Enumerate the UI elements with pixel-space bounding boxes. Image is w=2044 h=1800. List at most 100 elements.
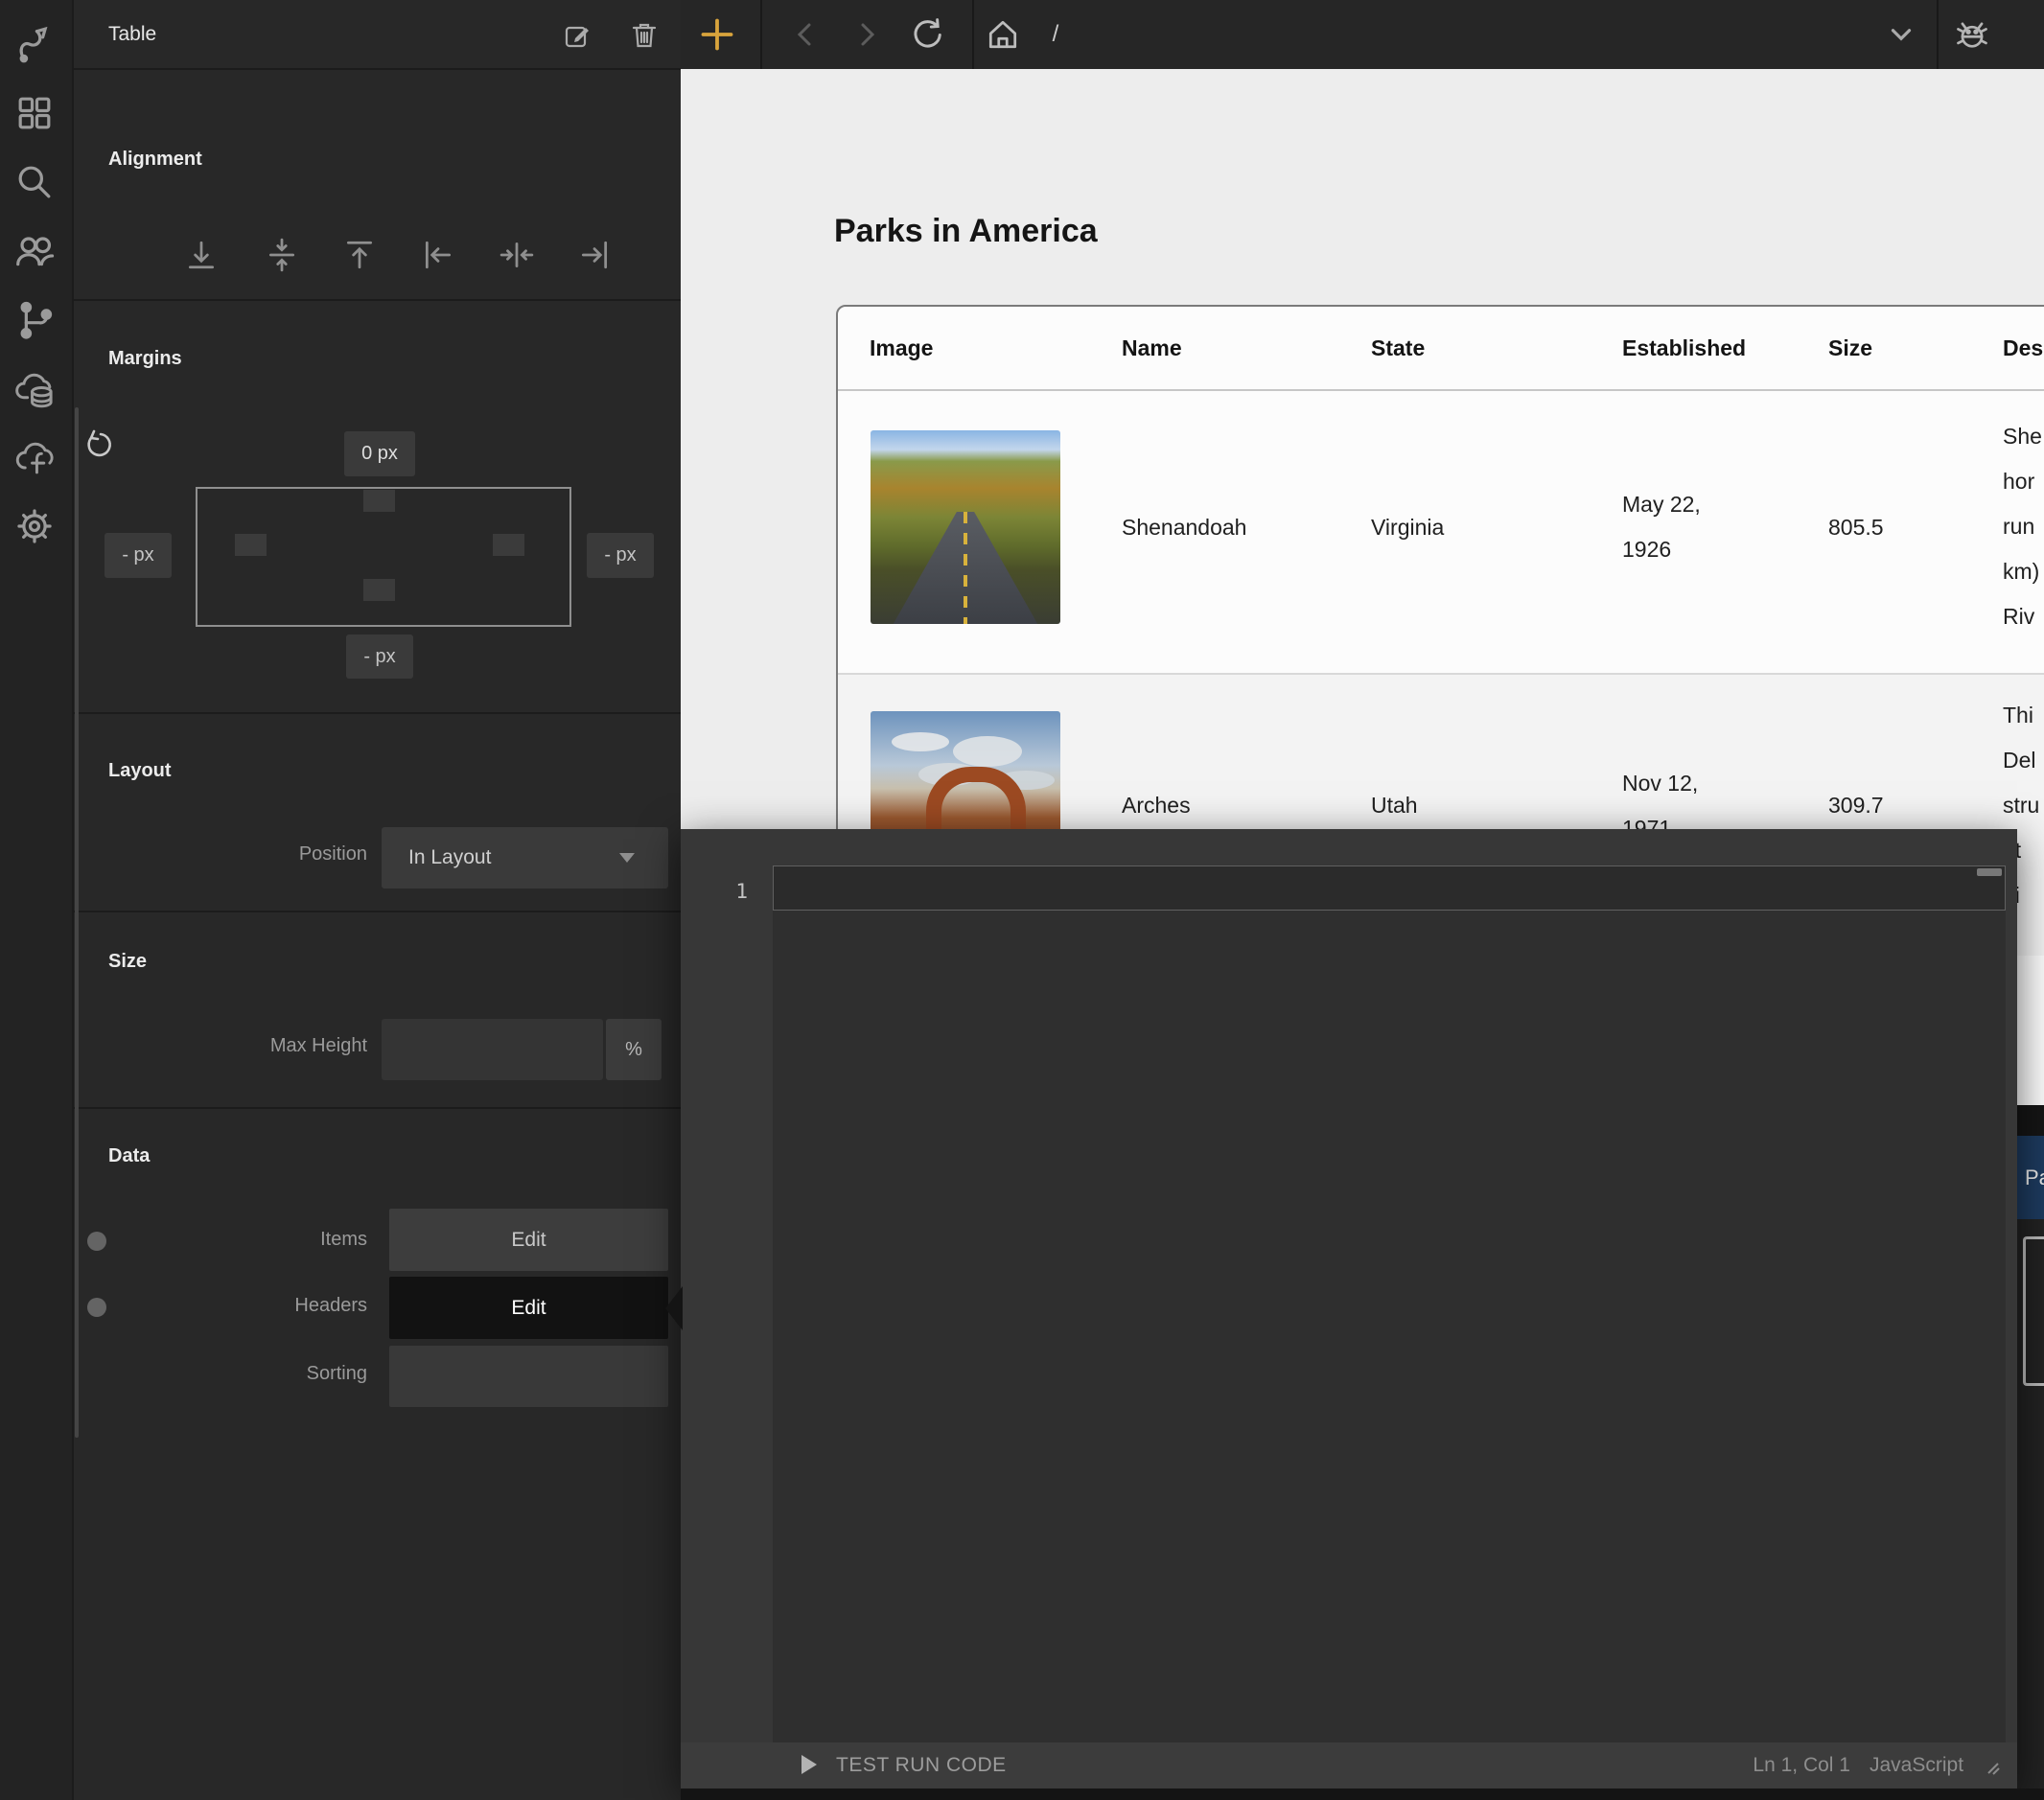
margin-handle-right[interactable] [493, 534, 524, 556]
home-icon[interactable] [984, 15, 1022, 54]
headers-binding-dot[interactable] [87, 1298, 106, 1317]
position-select[interactable]: In Layout [382, 827, 668, 888]
cell-name: Shenandoah [1122, 511, 1246, 543]
divider [74, 911, 681, 912]
resize-handle-icon[interactable] [1983, 1758, 2002, 1777]
cell-description: Del [2003, 744, 2036, 776]
users-icon[interactable] [8, 224, 61, 278]
tree-bracket-icon [2023, 1236, 2044, 1386]
cell-state: Utah [1371, 789, 1418, 821]
cell-established: 1926 [1622, 533, 1671, 565]
cell-established: May 22, [1622, 488, 1701, 520]
align-top-icon[interactable] [338, 234, 381, 276]
layout-section-title: Layout [108, 760, 172, 782]
max-height-label: Max Height [192, 1035, 367, 1057]
app-bottom-edge [681, 1788, 2044, 1800]
cell-state: Virginia [1371, 511, 1444, 543]
margin-handle-left[interactable] [235, 534, 267, 556]
align-left-icon[interactable] [417, 234, 459, 276]
cursor-position: Ln 1, Col 1 [1659, 1742, 1850, 1788]
divider [838, 389, 2044, 391]
margin-right-input[interactable]: - px [587, 533, 654, 578]
debug-bug-icon[interactable] [1953, 15, 1991, 54]
max-height-input[interactable] [382, 1019, 603, 1080]
delete-component-button[interactable] [627, 18, 662, 53]
items-edit-button[interactable]: Edit [389, 1209, 668, 1271]
cell-established: Nov 12, [1622, 767, 1698, 799]
headers-label: Headers [230, 1295, 367, 1317]
position-label: Position [230, 843, 367, 865]
park-photo-shenandoah [871, 430, 1060, 624]
divider [74, 68, 681, 70]
page-path[interactable]: / [1041, 17, 1070, 52]
align-bottom-icon[interactable] [180, 234, 222, 276]
add-page-button[interactable] [698, 15, 736, 54]
margin-top-input[interactable]: 0 px [344, 431, 415, 476]
reset-margins-icon[interactable] [82, 429, 115, 462]
margin-left-input[interactable]: - px [105, 533, 172, 578]
data-section-title: Data [108, 1145, 150, 1167]
apps-grid-icon[interactable] [8, 86, 61, 140]
sorting-input[interactable] [389, 1346, 668, 1407]
col-header-name[interactable]: Name [1122, 332, 1182, 364]
cell-description: km) [2003, 555, 2039, 588]
line-number: 1 [709, 875, 748, 908]
size-section-title: Size [108, 951, 147, 973]
play-icon[interactable] [801, 1755, 817, 1774]
test-run-code-button[interactable]: TEST RUN CODE [836, 1742, 1007, 1788]
sorting-label: Sorting [230, 1363, 367, 1385]
git-branch-icon[interactable] [8, 292, 61, 346]
divider [74, 712, 681, 714]
back-icon[interactable] [786, 15, 825, 54]
col-header-state[interactable]: State [1371, 332, 1425, 364]
margin-handle-top[interactable] [363, 490, 395, 512]
preview-toolbar: / [681, 0, 2044, 69]
code-editor-area[interactable] [773, 865, 2006, 1742]
popover-caret [665, 1286, 683, 1330]
cloud-database-icon[interactable] [8, 361, 61, 415]
max-height-unit: % [606, 1019, 662, 1080]
cell-description: She [2003, 420, 2042, 452]
divider [760, 0, 762, 69]
page-title: Parks in America [834, 213, 1505, 255]
forward-icon[interactable] [848, 15, 886, 54]
settings-gear-icon[interactable] [8, 499, 61, 553]
app-builder-window: Table Alignment [0, 0, 2044, 1800]
chevron-down-icon[interactable] [1882, 15, 1920, 54]
chevron-down-icon [619, 853, 635, 863]
inspector-panel: Table Alignment [74, 0, 681, 1800]
col-header-size[interactable]: Size [1828, 332, 1872, 364]
col-header-description[interactable]: Des [2003, 332, 2043, 364]
cell-size: 309.7 [1828, 789, 1884, 821]
left-icon-rail [0, 0, 74, 1800]
cell-description: stru [2003, 789, 2039, 821]
margin-bottom-input[interactable]: - px [346, 635, 413, 679]
divider [972, 0, 974, 69]
divider [74, 1107, 681, 1109]
margins-section-title: Margins [108, 348, 182, 370]
align-vertical-center-icon[interactable] [261, 234, 303, 276]
col-header-established[interactable]: Established [1622, 332, 1746, 364]
editor-scrollbar[interactable] [1977, 868, 2002, 876]
col-header-image[interactable]: Image [870, 332, 933, 364]
margin-handle-bottom[interactable] [363, 579, 395, 601]
edit-component-button[interactable] [560, 18, 594, 53]
headers-edit-button[interactable]: Edit [389, 1277, 668, 1339]
panel-scrollbar[interactable] [75, 407, 79, 1438]
search-icon[interactable] [8, 155, 61, 209]
cloud-function-icon[interactable] [8, 430, 61, 484]
divider [838, 673, 2044, 675]
alignment-section-title: Alignment [108, 149, 202, 171]
route-icon[interactable] [8, 16, 61, 70]
language-label: JavaScript [1870, 1742, 1994, 1788]
items-label: Items [230, 1229, 367, 1251]
cell-description: Riv [2003, 600, 2034, 633]
editor-footer-bar: TEST RUN CODE Ln 1, Col 1 JavaScript [681, 1742, 2017, 1788]
refresh-icon[interactable] [907, 15, 945, 54]
divider [1937, 0, 1939, 69]
align-right-icon[interactable] [573, 234, 616, 276]
cell-name: Arches [1122, 789, 1191, 821]
code-editor-current-line[interactable] [773, 865, 2006, 911]
items-binding-dot[interactable] [87, 1232, 106, 1251]
align-horizontal-center-icon[interactable] [496, 234, 538, 276]
